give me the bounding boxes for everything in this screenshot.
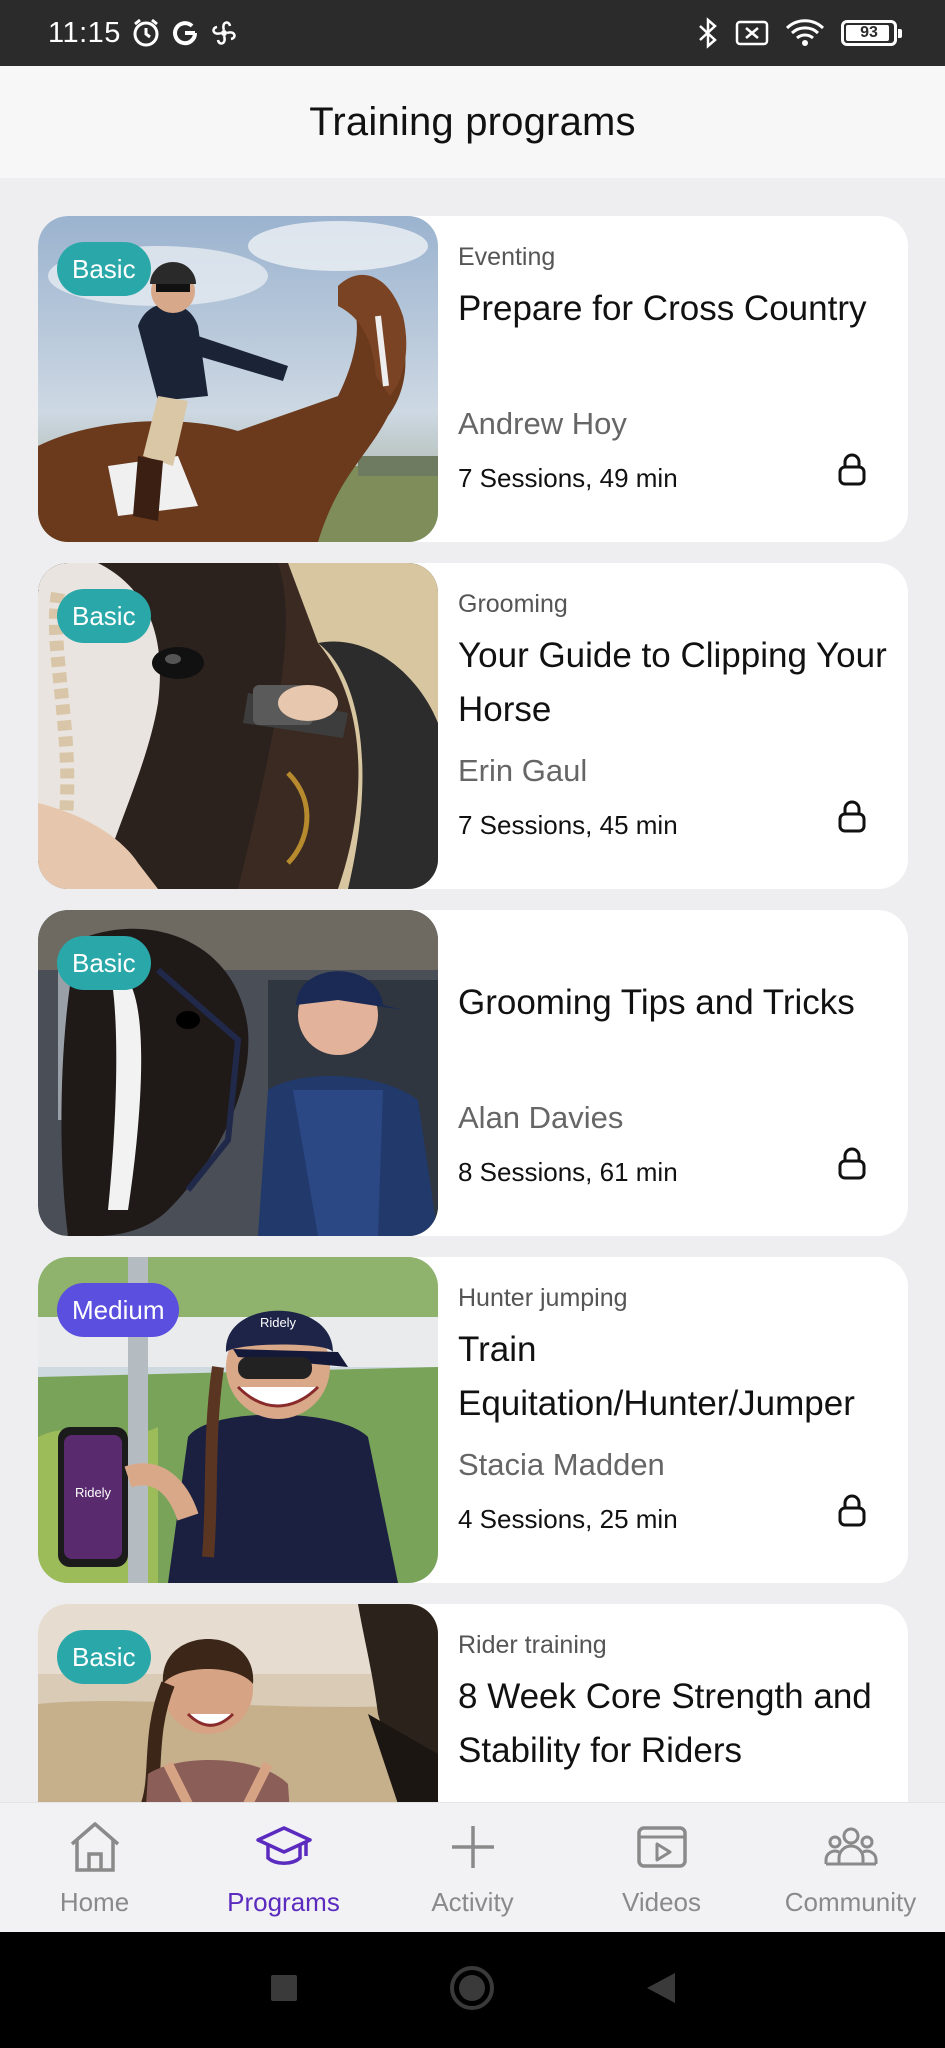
program-instructor: Stacia Madden bbox=[458, 1447, 665, 1482]
program-category: Rider training bbox=[458, 1631, 607, 1659]
program-card[interactable]: Basic Grooming Tips and Tricks Alan Davi… bbox=[38, 910, 908, 1236]
programs-list[interactable]: Basic Eventing Prepare for Cross Country… bbox=[0, 178, 945, 1802]
battery-level: 93 bbox=[860, 24, 878, 41]
recents-icon[interactable] bbox=[269, 1973, 299, 2008]
program-instructor: Erin Gaul bbox=[458, 753, 588, 788]
program-title: Prepare for Cross Country bbox=[458, 289, 867, 328]
program-info: Eventing Prepare for Cross Country Andre… bbox=[438, 216, 908, 542]
level-badge: Basic bbox=[57, 1630, 151, 1684]
graduation-cap-icon bbox=[255, 1818, 313, 1881]
video-icon bbox=[633, 1818, 691, 1881]
program-thumbnail: Ridely Ridely Medium bbox=[38, 1257, 438, 1583]
program-info: Grooming Your Guide to Clipping Your Hor… bbox=[438, 563, 908, 889]
lock-icon bbox=[836, 1146, 868, 1185]
back-icon[interactable] bbox=[645, 1971, 677, 2010]
no-sim-icon bbox=[735, 19, 769, 47]
level-badge: Basic bbox=[57, 242, 151, 296]
program-sessions: 8 Sessions, 61 min bbox=[458, 1157, 678, 1187]
status-time: 11:15 bbox=[48, 16, 121, 49]
home-icon bbox=[66, 1818, 124, 1881]
plus-icon bbox=[444, 1818, 502, 1881]
home-button-icon[interactable] bbox=[449, 1965, 495, 2016]
system-nav-bar bbox=[0, 1932, 945, 2048]
lock-icon bbox=[836, 452, 868, 491]
program-title: Train Equitation/Hunter/Jumper bbox=[458, 1330, 855, 1423]
nav-activity[interactable]: Activity bbox=[378, 1818, 567, 1918]
nav-label: Activity bbox=[431, 1886, 514, 1917]
lock-icon bbox=[836, 799, 868, 838]
nav-programs[interactable]: Programs bbox=[189, 1818, 378, 1918]
bottom-nav: Home Programs Activity Videos Community bbox=[0, 1802, 945, 1932]
page-title: Training programs bbox=[309, 99, 636, 144]
program-thumbnail: Basic bbox=[38, 910, 438, 1236]
status-bar: 11:15 93 bbox=[0, 0, 945, 66]
program-info: Rider training 8 Week Core Strength and … bbox=[438, 1604, 908, 1802]
level-badge: Medium bbox=[57, 1283, 180, 1337]
program-title: Your Guide to Clipping Your Horse bbox=[458, 636, 887, 729]
program-sessions: 7 Sessions, 45 min bbox=[458, 810, 678, 840]
nav-label: Home bbox=[59, 1886, 130, 1917]
alarm-icon bbox=[131, 18, 161, 48]
program-thumbnail: Basic bbox=[38, 216, 438, 542]
program-category: Eventing bbox=[458, 243, 556, 271]
program-card[interactable]: Ridely Ridely Medium Hunter jumping Trai… bbox=[38, 1257, 908, 1583]
nav-home[interactable]: Home bbox=[0, 1818, 189, 1918]
program-title: 8 Week Core Strength and Stability for R… bbox=[458, 1677, 872, 1770]
program-instructor: Andrew Hoy bbox=[458, 406, 627, 441]
program-sessions: 7 Sessions, 49 min bbox=[458, 463, 678, 493]
program-title: Grooming Tips and Tricks bbox=[458, 983, 855, 1022]
program-info: Hunter jumping Train Equitation/Hunter/J… bbox=[438, 1257, 908, 1583]
program-instructor: Alan Davies bbox=[458, 1100, 624, 1135]
fan-icon bbox=[209, 18, 239, 48]
nav-label: Videos bbox=[621, 1886, 702, 1917]
google-icon bbox=[171, 19, 199, 47]
lock-icon bbox=[836, 1493, 868, 1532]
program-category: Hunter jumping bbox=[458, 1284, 628, 1312]
status-right: 93 bbox=[697, 17, 902, 49]
level-badge: Basic bbox=[57, 589, 151, 643]
nav-videos[interactable]: Videos bbox=[567, 1818, 756, 1918]
program-card[interactable]: Basic Grooming Your Guide to Clipping Yo… bbox=[38, 563, 908, 889]
cap-logo: Ridely bbox=[260, 1315, 297, 1330]
program-thumbnail: Basic bbox=[38, 1604, 438, 1802]
status-left: 11:15 bbox=[48, 17, 239, 50]
community-icon bbox=[822, 1818, 880, 1881]
program-thumbnail: Basic bbox=[38, 563, 438, 889]
phone-logo: Ridely bbox=[75, 1485, 112, 1500]
program-card[interactable]: Basic Rider training 8 Week Core Strengt… bbox=[38, 1604, 908, 1802]
program-card[interactable]: Basic Eventing Prepare for Cross Country… bbox=[38, 216, 908, 542]
nav-label: Community bbox=[784, 1886, 917, 1917]
battery-icon: 93 bbox=[841, 20, 902, 46]
wifi-icon bbox=[785, 18, 825, 48]
nav-community[interactable]: Community bbox=[756, 1818, 945, 1918]
level-badge: Basic bbox=[57, 936, 151, 990]
program-sessions: 4 Sessions, 25 min bbox=[458, 1504, 678, 1534]
nav-label: Programs bbox=[227, 1886, 340, 1917]
bluetooth-icon bbox=[697, 17, 719, 49]
program-category: Grooming bbox=[458, 590, 568, 618]
program-info: Grooming Tips and Tricks Alan Davies 8 S… bbox=[438, 910, 908, 1236]
page-header: Training programs bbox=[0, 66, 945, 178]
